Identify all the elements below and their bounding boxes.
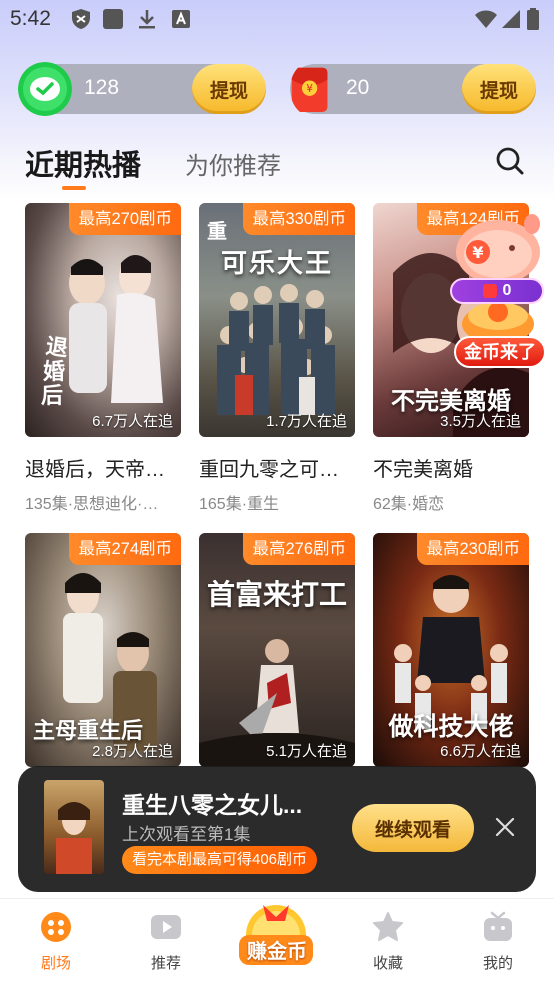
resume-thumbnail: [44, 780, 104, 874]
resume-progress: 上次观看至第1集: [122, 825, 251, 844]
follower-count: 5.1万人在追: [266, 743, 347, 760]
svg-text:后: 后: [41, 383, 63, 409]
follower-count: 1.7万人在追: [266, 413, 347, 430]
battery-icon: [527, 8, 539, 30]
close-icon[interactable]: [494, 816, 516, 838]
follower-count: 6.6万人在追: [440, 743, 521, 760]
drama-card[interactable]: 主母重生后 最高274剧币 2.8万人在追: [25, 533, 181, 767]
cash-amount: 20: [346, 76, 370, 99]
nav-favorites[interactable]: 收藏: [348, 911, 428, 973]
tv-icon: [484, 911, 512, 941]
app-notification-icon: [103, 9, 123, 29]
gold-count-pill: 0: [450, 278, 544, 304]
reward-badge: 看完本剧最高可得406剧币: [122, 846, 318, 874]
nav-mine[interactable]: 我的: [458, 911, 538, 973]
bottom-navigation: 剧场 推荐 赚金币 收藏 我的: [0, 898, 554, 984]
withdraw-coins-button[interactable]: 提现: [192, 64, 266, 114]
status-bar: 5:42: [0, 0, 554, 38]
theater-icon: [41, 912, 71, 942]
coin-reward-tag: 最高330剧币: [243, 203, 355, 235]
thumbnail-art: [56, 802, 92, 874]
drama-poster[interactable]: 退 婚 后 最高270剧币 6.7万人在追: [25, 203, 181, 437]
drama-poster[interactable]: 可乐大王 重 最高330剧币 1.7万人在追: [199, 203, 355, 437]
svg-text:¥: ¥: [306, 84, 313, 95]
follower-count: 2.8万人在追: [92, 743, 173, 760]
poster-art: 退 婚 后: [41, 255, 163, 409]
nav-theater-label: 剧场: [40, 955, 71, 972]
drama-card[interactable]: 可乐大王 重 最高330剧币 1.7万人在追 重回九零之可… 165集·重生: [199, 203, 355, 514]
svg-text:婚: 婚: [43, 359, 65, 385]
shield-icon: [72, 9, 90, 29]
coin-wallet[interactable]: 128 提现: [18, 62, 266, 116]
wechat-icon: [18, 62, 72, 116]
search-icon[interactable]: [495, 146, 525, 176]
follower-count: 3.5万人在追: [440, 413, 521, 430]
nav-theater[interactable]: 剧场: [16, 911, 96, 973]
coin-reward-tag: 最高276剧币: [243, 533, 355, 565]
tab-indicator: [62, 186, 86, 190]
download-icon: [139, 10, 155, 29]
nav-earn-label: 赚金币: [247, 941, 307, 963]
svg-text:¥: ¥: [472, 243, 483, 262]
drama-card[interactable]: 首富来打工 最高276剧币 5.1万人在追: [199, 533, 355, 767]
nav-recommend[interactable]: 推荐: [126, 911, 206, 973]
tab-recent-hot[interactable]: 近期热播: [25, 142, 141, 184]
drama-title: 不完美离婚: [373, 459, 473, 481]
drama-card[interactable]: 做科技大佬 最高230剧币 6.6万人在追: [373, 533, 529, 767]
poster-art: [199, 639, 355, 767]
coin-amount: 128: [84, 76, 120, 99]
drama-card[interactable]: 退 婚 后 最高270剧币 6.7万人在追 退婚后，天帝… 135集·思想迪化·…: [25, 203, 181, 514]
star-icon: [373, 912, 403, 941]
drama-meta: 135集·思想迪化·…: [25, 496, 159, 513]
font-icon: [172, 10, 190, 28]
drama-title: 重回九零之可…: [199, 459, 339, 481]
poster-char: 重: [207, 221, 227, 243]
red-packet-icon: ¥: [291, 67, 328, 112]
resume-title: 重生八零之女儿...: [122, 792, 303, 818]
svg-text:退: 退: [44, 333, 69, 362]
drama-poster[interactable]: 做科技大佬 最高230剧币 6.6万人在追: [373, 533, 529, 767]
poster-title: 可乐大王: [220, 248, 333, 278]
status-time: 5:42: [10, 7, 51, 30]
gold-count: 0: [502, 282, 512, 299]
drama-meta: 62集·婚恋: [373, 496, 445, 513]
gold-coins-widget[interactable]: ¥ 0 金币来了: [448, 212, 552, 372]
drama-poster[interactable]: 首富来打工 最高276剧币 5.1万人在追: [199, 533, 355, 767]
coin-chip-icon: [482, 284, 497, 298]
cash-wallet[interactable]: ¥ 20 提现: [290, 64, 536, 114]
drama-poster[interactable]: 主母重生后 最高274剧币 2.8万人在追: [25, 533, 181, 767]
withdraw-cash-button[interactable]: 提现: [462, 64, 536, 114]
wifi-icon: [475, 10, 497, 28]
follower-count: 6.7万人在追: [92, 413, 173, 430]
play-icon: [151, 915, 181, 939]
coin-reward-tag: 最高230剧币: [417, 533, 529, 565]
poster-title: 做科技大佬: [388, 713, 514, 741]
tab-recommended[interactable]: 为你推荐: [185, 146, 281, 181]
coin-reward-tag: 最高270剧币: [69, 203, 181, 235]
poster-title: 首富来打工: [206, 579, 347, 610]
nav-mine-label: 我的: [482, 955, 513, 972]
signal-icon: [502, 10, 520, 28]
drama-meta: 165集·重生: [199, 496, 280, 513]
nav-favorites-label: 收藏: [372, 955, 403, 972]
continue-watching-banner[interactable]: 重生八零之女儿... 上次观看至第1集 看完本剧最高可得406剧币 继续观看: [18, 766, 536, 892]
gold-label: 金币来了: [454, 336, 546, 368]
nav-recommend-label: 推荐: [150, 955, 181, 972]
coin-reward-tag: 最高274剧币: [69, 533, 181, 565]
continue-watching-button[interactable]: 继续观看: [352, 804, 474, 852]
drama-title: 退婚后，天帝…: [25, 459, 165, 481]
